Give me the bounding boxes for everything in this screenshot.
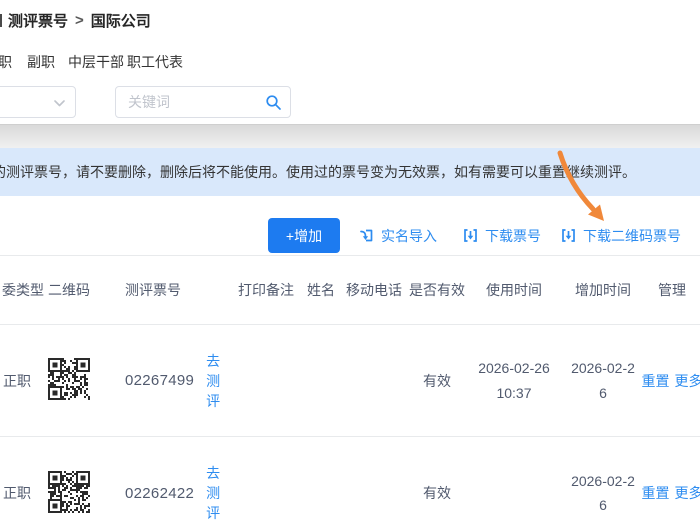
chevron-down-icon bbox=[54, 100, 65, 107]
notice-bar: 的测评票号，请不要删除，删除后将不能使用。使用过的票号变为无效票，如有需要可以重… bbox=[0, 148, 700, 196]
qr-code-image bbox=[48, 470, 90, 513]
edge-clipped-icon bbox=[0, 14, 2, 27]
download-tickets-label: 下载票号 bbox=[485, 227, 541, 244]
committee-type: 正职 bbox=[3, 372, 31, 389]
more-link[interactable]: 更多 bbox=[675, 371, 700, 391]
realname-import-button[interactable]: 实名导入 bbox=[358, 218, 437, 253]
realname-import-label: 实名导入 bbox=[381, 227, 437, 244]
download-icon bbox=[464, 229, 477, 242]
reset-link[interactable]: 重置 bbox=[642, 483, 670, 503]
col-header-used-at: 使用时间 bbox=[486, 282, 542, 298]
download-qr-tickets-label: 下载二维码票号 bbox=[583, 227, 681, 244]
breadcrumb-separator: > bbox=[75, 12, 84, 29]
added-time: 2026-02-26 bbox=[571, 360, 635, 401]
import-icon bbox=[360, 229, 373, 242]
valid-status: 有效 bbox=[423, 485, 451, 501]
col-header-valid: 是否有效 bbox=[409, 282, 465, 298]
tab-zhigongdaibiao[interactable]: 职工代表 bbox=[127, 52, 183, 72]
more-link[interactable]: 更多 bbox=[675, 483, 700, 503]
ticket-number: 02267499 bbox=[125, 372, 195, 389]
committee-type: 正职 bbox=[3, 485, 31, 501]
reset-link[interactable]: 重置 bbox=[642, 371, 670, 391]
tab-zhongcengganbu[interactable]: 中层干部 bbox=[68, 52, 124, 72]
breadcrumb-section: 国际公司 bbox=[90, 13, 151, 30]
ticket-management-page: 测评票号 > 国际公司 正职 副职 中层干部 职工代表 的测评票号，请不要删除，… bbox=[0, 0, 700, 525]
col-header-added-at: 增加时间 bbox=[575, 282, 631, 298]
search-icon[interactable] bbox=[265, 94, 282, 111]
add-button[interactable]: +增加 bbox=[268, 218, 340, 253]
col-header-manage: 管理 bbox=[658, 282, 686, 298]
col-header-ticket: 测评票号 bbox=[125, 282, 181, 298]
valid-status: 有效 bbox=[423, 372, 451, 389]
tab-zhengzhi[interactable]: 正职 bbox=[0, 52, 12, 72]
notice-text: 的测评票号，请不要删除，删除后将不能使用。使用过的票号变为无效票，如有需要可以重… bbox=[0, 164, 636, 180]
col-header-type: 委类型 bbox=[2, 282, 44, 298]
qr-code-image bbox=[48, 358, 90, 400]
section-gap bbox=[0, 125, 700, 148]
download-tickets-button[interactable]: 下载票号 bbox=[462, 218, 541, 253]
keyword-search bbox=[115, 86, 291, 118]
table-row: 正职 02267499 去测评 有效 2026-02-26 10:37 2026… bbox=[0, 325, 700, 437]
tickets-table: 委类型 二维码 测评票号 打印备注 姓名 移动电话 是否有效 使用时间 增加时间… bbox=[0, 256, 700, 525]
download-icon bbox=[562, 229, 575, 242]
col-header-mobile: 移动电话 bbox=[346, 282, 402, 298]
go-evaluate-link[interactable]: 去测评 bbox=[206, 463, 230, 523]
breadcrumb: 测评票号 > 国际公司 bbox=[8, 10, 151, 31]
filter-select[interactable] bbox=[0, 86, 76, 118]
col-header-name: 姓名 bbox=[307, 282, 335, 298]
col-header-printnote: 打印备注 bbox=[238, 282, 294, 298]
download-qr-tickets-button[interactable]: 下载二维码票号 bbox=[560, 218, 681, 253]
ticket-number: 02262422 bbox=[125, 484, 195, 502]
added-time: 2026-02-26 bbox=[571, 472, 635, 514]
used-time: 2026-02-26 10:37 bbox=[478, 360, 550, 401]
col-header-qr: 二维码 bbox=[48, 282, 90, 298]
breadcrumb-current[interactable]: 测评票号 bbox=[8, 10, 68, 31]
tab-fuzhi[interactable]: 副职 bbox=[27, 52, 55, 72]
table-row: 正职 02262422 去测评 有效 2026-02-26 重置 更多 bbox=[0, 437, 700, 525]
go-evaluate-link[interactable]: 去测评 bbox=[206, 351, 230, 411]
table-header-row: 委类型 二维码 测评票号 打印备注 姓名 移动电话 是否有效 使用时间 增加时间… bbox=[0, 256, 700, 325]
